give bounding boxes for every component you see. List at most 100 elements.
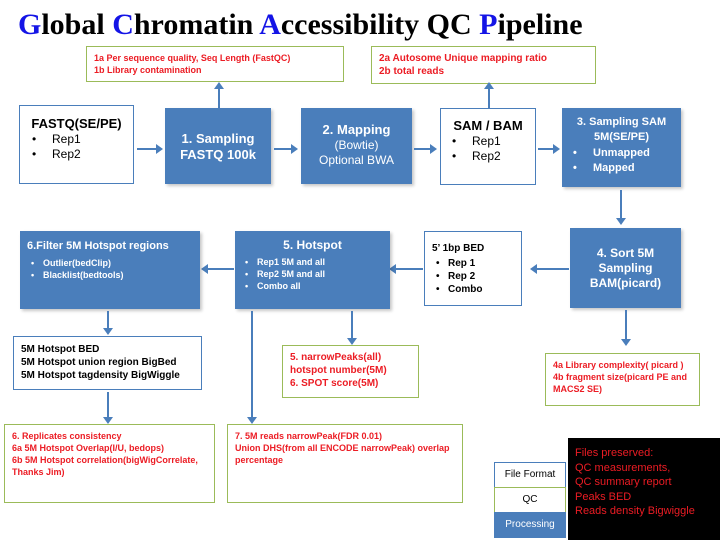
legend-item-file-format[interactable]: File Format (494, 462, 566, 488)
list-item: Rep2 5M and all (241, 268, 384, 280)
list-item: Combo all (241, 280, 384, 292)
box-step2-line2: (Bowtie) (334, 138, 379, 152)
box-bed: 5’ 1bp BED Rep 1 Rep 2 Combo (424, 231, 522, 306)
qc-note-6-line4: Thanks Jim) (12, 467, 65, 477)
qc-note-4-line1: 4a Library complexity( picard ) (553, 360, 684, 370)
arrow-step3-to-step4 (620, 190, 622, 219)
list-item: Combo (432, 283, 516, 296)
list-item: Rep2 (26, 147, 127, 162)
arrow-step2-to-sambam (414, 148, 431, 150)
qc-note-56-line2: hotspot number(5M) (290, 365, 387, 376)
qc-note-5-6: 5. narrowPeaks(all) hotspot number(5M) 6… (282, 345, 419, 398)
arrow-step5-to-step6 (208, 268, 234, 270)
qc-note-56-line3: 6. SPOT score(5M) (290, 378, 379, 389)
qc-note-7-line1: 7. 5M reads narrowPeak(FDR 0.01) (235, 431, 383, 441)
files-preserved-line1: Files preserved: (575, 447, 654, 459)
qc-note-6-line3: 6b 5M Hotspot correlation(bigWigCorrelat… (12, 455, 198, 465)
list-item: Blacklist(bedtools) (27, 269, 194, 281)
arrow-fastq-to-step1 (137, 148, 157, 150)
title-capital: G (18, 8, 42, 41)
hotspot-output-line2: 5M Hotspot union region BigBed (21, 357, 177, 368)
arrow-output-to-note6 (107, 392, 109, 418)
qc-note-6-line1: 6. Replicates consistency (12, 431, 122, 441)
arrow-step4-to-note4-head (621, 339, 631, 346)
box-step1-sampling: 1. Sampling FASTQ 100k (165, 108, 271, 184)
arrow-bed-to-step5 (396, 268, 423, 270)
title-capital: P (479, 8, 498, 41)
arrow-sambam-to-step3-head (553, 144, 560, 154)
qc-note-2-line1: 2a Autosome Unique mapping ratio (379, 53, 547, 64)
legend-processing-label: Processing (505, 519, 555, 530)
legend-item-qc[interactable]: QC (494, 487, 566, 513)
legend-qc-label: QC (522, 494, 538, 505)
box-step3-line2: 5M(SE/PE) (593, 130, 649, 143)
box-step4-line1: 4. Sort 5M (596, 246, 655, 260)
box-step2-line1: 2. Mapping (322, 122, 391, 137)
arrow-step6-to-output (107, 311, 109, 329)
arrow-sambam-to-step3 (538, 148, 554, 150)
arrow-sambam-to-note2-head (484, 82, 494, 89)
arrow-step6-to-output-head (103, 328, 113, 335)
qc-note-4-line2: 4b fragment size(picard PE and (553, 372, 688, 382)
qc-note-6: 6. Replicates consistency 6a 5M Hotspot … (4, 424, 215, 503)
arrow-step4-to-note4 (625, 310, 627, 340)
legend-file-format-label: File Format (504, 469, 556, 480)
arrow-step5-to-note56 (351, 311, 353, 339)
arrow-sambam-to-note2 (488, 89, 490, 108)
box-fastq-list: Rep1 Rep2 (26, 132, 127, 162)
qc-note-1a-1b: 1a Per sequence quality, Seq Length (Fas… (86, 46, 344, 82)
box-step3-line1: 3. Sampling SAM (576, 116, 667, 128)
list-item: Unmapped (567, 146, 676, 161)
list-item: Rep1 (26, 132, 127, 147)
arrow-step4-to-bed (537, 268, 569, 270)
arrow-output-to-note6-head (103, 417, 113, 424)
files-preserved-line5: Reads density Bigwiggle (575, 505, 695, 517)
arrow-bed-to-step5-head (389, 264, 396, 274)
box-step3-sampling-sam: 3. Sampling SAM 5M(SE/PE) Unmapped Mappe… (562, 108, 681, 187)
files-preserved-box: Files preserved: QC measurements, QC sum… (568, 438, 720, 540)
box-step6-filter: 6.Filter 5M Hotspot regions Outlier(bedC… (20, 231, 200, 309)
box-step3-list: Unmapped Mapped (567, 146, 676, 175)
list-item: Rep 2 (432, 270, 516, 283)
list-item: Rep 1 (432, 257, 516, 270)
box-step2-mapping: 2. Mapping (Bowtie) Optional BWA (301, 108, 412, 184)
title-text: Global Chromatin Accessibility QC Pipeli… (18, 8, 583, 41)
box-step1-line2: FASTQ 100k (180, 147, 256, 162)
box-sam-bam-title: SAM / BAM (453, 118, 523, 133)
arrow-step3-to-step4-head (616, 218, 626, 225)
box-step4-line3: BAM(picard) (589, 276, 662, 290)
arrow-step5-to-note7 (251, 311, 253, 418)
qc-note-6-line2: 6a 5M Hotspot Overlap(I/U, bedops) (12, 443, 165, 453)
list-item: Rep1 (446, 134, 530, 149)
qc-note-7-line2: Union DHS(from all ENCODE narrowPeak) ov… (235, 443, 450, 453)
box-step6-list: Outlier(bedClip) Blacklist(bedtools) (27, 257, 194, 281)
qc-note-1-line2: 1b Library contamination (94, 65, 202, 75)
title-segment: hromatin (133, 8, 260, 41)
title-capital: C (112, 8, 134, 41)
box-step5-title: 5. Hotspot (283, 238, 342, 252)
list-item: Outlier(bedClip) (27, 257, 194, 269)
box-sam-bam-list: Rep1 Rep2 (446, 134, 530, 164)
qc-note-4a-4b: 4a Library complexity( picard ) 4b fragm… (545, 353, 700, 406)
page-title: Global Chromatin Accessibility QC Pipeli… (18, 8, 702, 42)
title-segment: ccessibility (280, 8, 427, 41)
box-bed-title: 5’ 1bp BED (432, 243, 485, 254)
diagram-canvas: Global Chromatin Accessibility QC Pipeli… (0, 0, 720, 540)
qc-note-56-line1: 5. narrowPeaks(all) (290, 352, 382, 363)
arrow-step1-to-step2 (274, 148, 292, 150)
title-segment: ipeline (497, 8, 583, 41)
qc-note-7-line3: percentage (235, 455, 284, 465)
qc-note-1-line1: 1a Per sequence quality, Seq Length (Fas… (94, 53, 291, 63)
arrow-step5-to-step6-head (201, 264, 208, 274)
arrow-fastq-to-step1-head (156, 144, 163, 154)
files-preserved-line2: QC measurements, (575, 461, 671, 474)
qc-note-7: 7. 5M reads narrowPeak(FDR 0.01) Union D… (227, 424, 463, 503)
arrow-step4-to-bed-head (530, 264, 537, 274)
arrow-step1-to-step2-head (291, 144, 298, 154)
box-step4-sort: 4. Sort 5M Sampling BAM(picard) (570, 228, 681, 308)
qc-note-2-line2: 2b total reads (379, 66, 445, 77)
box-step1-line1: 1. Sampling (181, 131, 255, 146)
box-step5-list: Rep1 5M and all Rep2 5M and all Combo al… (241, 256, 384, 292)
legend-item-processing[interactable]: Processing (494, 512, 566, 538)
list-item: Mapped (567, 161, 676, 176)
